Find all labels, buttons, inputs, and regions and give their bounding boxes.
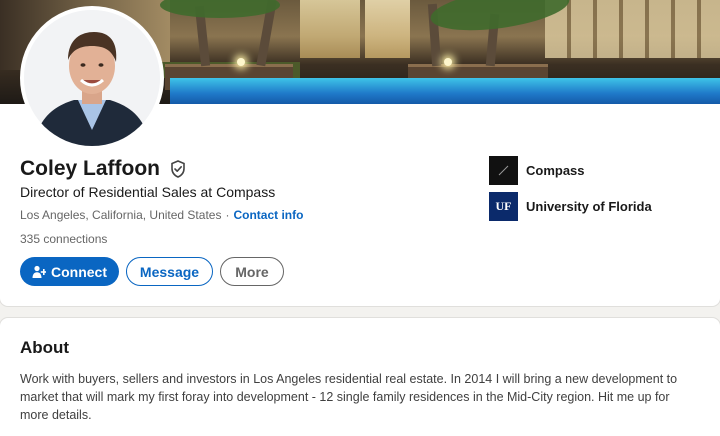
more-button[interactable]: More [220,257,284,286]
organizations-list: Compass UF University of Florida [489,154,652,226]
verified-shield-icon[interactable] [168,159,188,179]
org-name: Compass [526,162,585,178]
profile-actions: Connect Message More [20,257,284,286]
contact-info-link[interactable]: Contact info [233,208,303,222]
connect-button[interactable]: Connect [20,257,119,286]
profile-headline: Director of Residential Sales at Compass [20,184,276,200]
about-title: About [20,338,70,357]
org-item-compass[interactable]: Compass [489,154,652,186]
add-person-icon [32,265,46,278]
connections-count[interactable]: 335 connections [20,232,107,246]
about-text: Work with buyers, sellers and investors … [20,372,678,422]
location-row: Los Angeles, California, United States · C… [20,208,303,222]
name-row: Coley Laffoon [20,157,188,181]
uf-logo: UF [489,191,518,221]
location-separator: · [225,208,230,222]
message-button[interactable]: Message [126,257,213,286]
org-item-university-of-florida[interactable]: UF University of Florida [489,190,652,222]
profile-name: Coley Laffoon [20,157,160,180]
profile-card: Coley Laffoon Director of Residential Sa… [0,0,720,306]
profile-location: Los Angeles, California, United States [20,208,222,222]
profile-avatar[interactable] [20,6,164,150]
connect-label: Connect [51,263,107,280]
about-card: About Work with buyers, sellers and inve… [0,318,720,436]
org-name: University of Florida [526,198,652,214]
compass-logo [489,155,518,185]
